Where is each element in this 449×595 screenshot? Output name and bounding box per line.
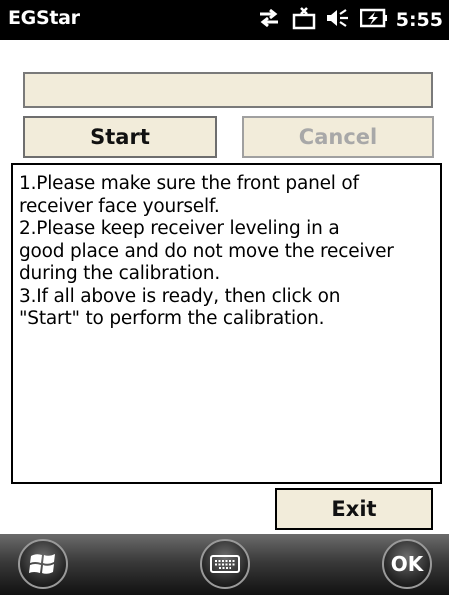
instruction-line: 3.If all above is ready, then click on (19, 285, 341, 307)
volume-icon[interactable] (326, 6, 350, 34)
clock[interactable]: 5:55 (396, 9, 443, 31)
instruction-line: good place and do not move the receiver (19, 240, 394, 262)
exit-button[interactable]: Exit (275, 488, 433, 530)
windows-start-icon (29, 554, 55, 574)
keyboard-icon (210, 555, 240, 573)
softkey-bar: OK (0, 534, 449, 595)
connectivity-icon[interactable] (256, 6, 282, 34)
instruction-line: receiver face yourself. (19, 195, 220, 217)
battery-charging-icon[interactable] (359, 7, 388, 33)
start-button[interactable]: Start (23, 116, 217, 158)
app-title: EGStar (8, 7, 80, 29)
windows-start-button[interactable] (18, 539, 68, 589)
instruction-line: "Start" to perform the calibration. (19, 308, 325, 329)
keyboard-button[interactable] (200, 539, 250, 589)
cancel-button[interactable]: Cancel (242, 116, 434, 158)
progress-field (23, 72, 433, 108)
instruction-line: 2.Please keep receiver leveling in a (19, 218, 340, 239)
status-bar: EGStar 5:55 (0, 0, 449, 40)
status-icons: 5:55 (246, 6, 443, 34)
ok-button[interactable]: OK (382, 539, 432, 589)
instructions-textbox[interactable]: 1.Please make sure the front panel of re… (11, 163, 442, 484)
instruction-line: during the calibration. (19, 263, 220, 284)
instruction-line: 1.Please make sure the front panel of (19, 173, 359, 194)
message-icon[interactable] (292, 6, 316, 34)
